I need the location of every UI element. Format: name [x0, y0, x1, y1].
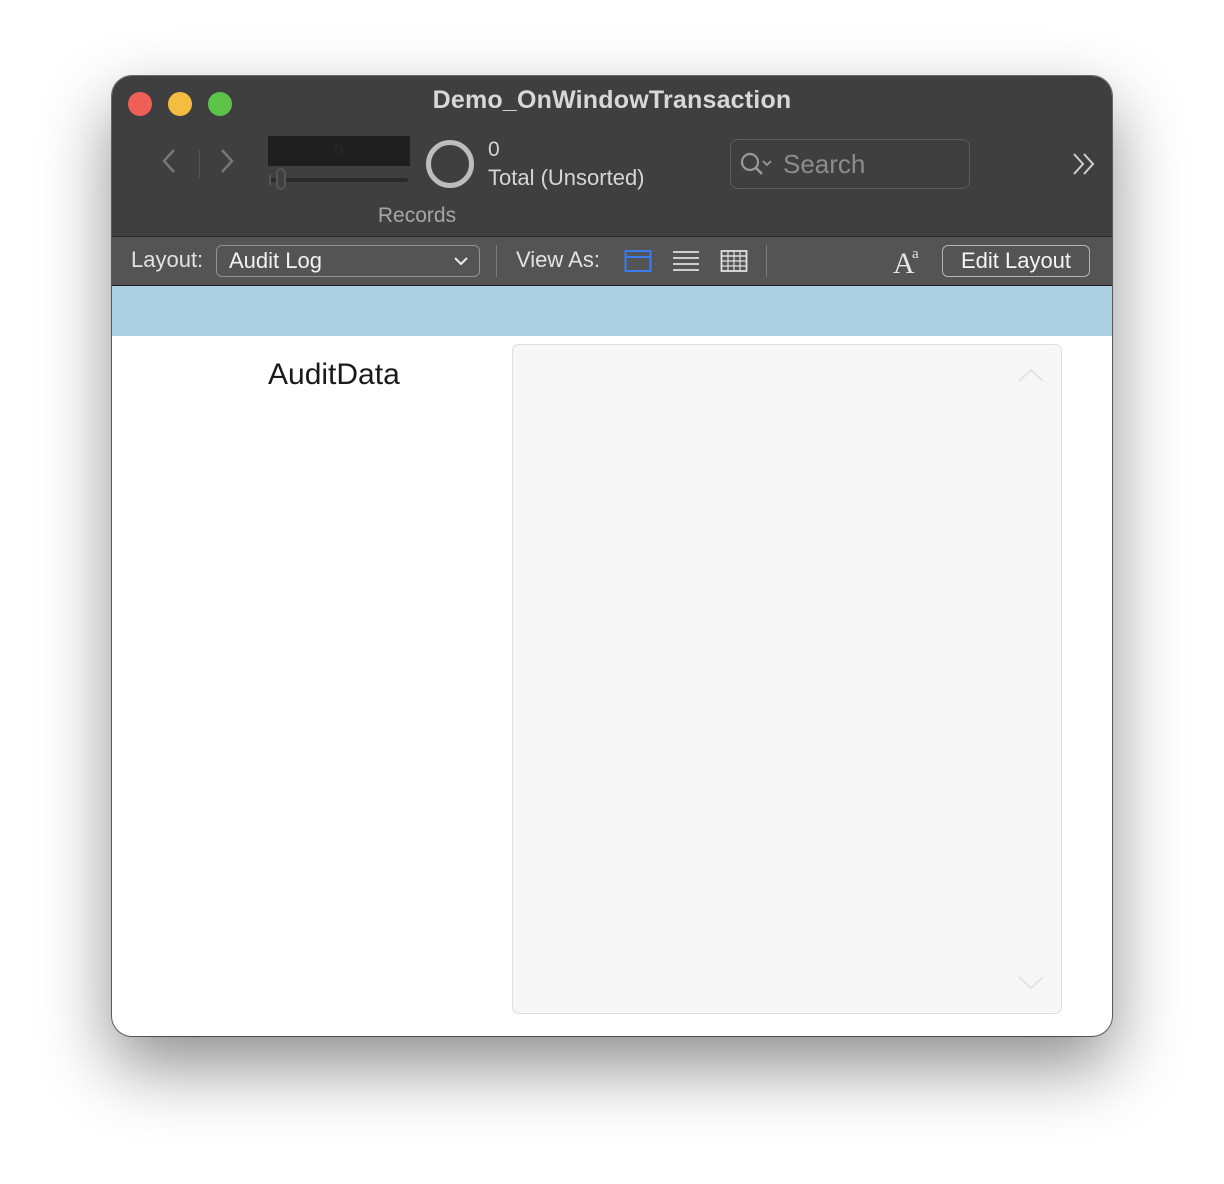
audit-data-label: AuditData: [268, 358, 400, 391]
nav-divider: [199, 150, 200, 178]
record-slider-thumb[interactable]: [276, 168, 286, 190]
layout-label: Layout:: [131, 247, 204, 272]
scroll-down-icon[interactable]: [1017, 975, 1045, 991]
found-set-pie-icon[interactable]: [426, 140, 474, 188]
toolbar-overflow-icon[interactable]: [1070, 150, 1100, 178]
view-as-label: View As:: [516, 247, 600, 272]
search-icon[interactable]: [739, 151, 775, 177]
layout-select[interactable]: Audit Log: [216, 245, 480, 277]
list-view-icon[interactable]: [672, 248, 700, 274]
quick-find-search-box[interactable]: [730, 139, 970, 189]
layout-bar: Layout: Audit Log View As: A a Edit Layo…: [112, 236, 1112, 286]
chevron-down-icon: [454, 257, 468, 266]
total-unsorted-label: Total (Unsorted): [488, 165, 645, 190]
next-record-icon[interactable]: [216, 146, 238, 182]
scroll-up-icon[interactable]: [1017, 367, 1045, 383]
window-title: Demo_OnWindowTransaction: [432, 86, 792, 114]
current-record-field[interactable]: 0: [268, 136, 410, 166]
previous-record-icon[interactable]: [158, 146, 180, 182]
search-input[interactable]: [783, 148, 963, 180]
found-count: 0: [488, 138, 500, 161]
table-view-icon[interactable]: [720, 248, 748, 274]
slider-tick: [269, 175, 271, 185]
layout-bar-divider: [496, 245, 497, 277]
layout-header-band: [112, 286, 1112, 336]
layout-bar-divider: [766, 245, 767, 277]
svg-text:a: a: [912, 246, 919, 262]
app-window: Demo_OnWindowTransaction 0 Records 0 Tot…: [112, 76, 1112, 1036]
text-size-icon[interactable]: A a: [892, 243, 926, 277]
form-view-icon[interactable]: [624, 248, 652, 274]
records-label: Records: [377, 204, 457, 227]
title-bar: Demo_OnWindowTransaction 0 Records 0 Tot…: [112, 76, 1112, 236]
edit-layout-button[interactable]: Edit Layout: [942, 245, 1090, 277]
layout-select-value: Audit Log: [229, 248, 322, 273]
audit-data-field[interactable]: [512, 344, 1062, 1014]
record-slider[interactable]: [270, 178, 408, 182]
